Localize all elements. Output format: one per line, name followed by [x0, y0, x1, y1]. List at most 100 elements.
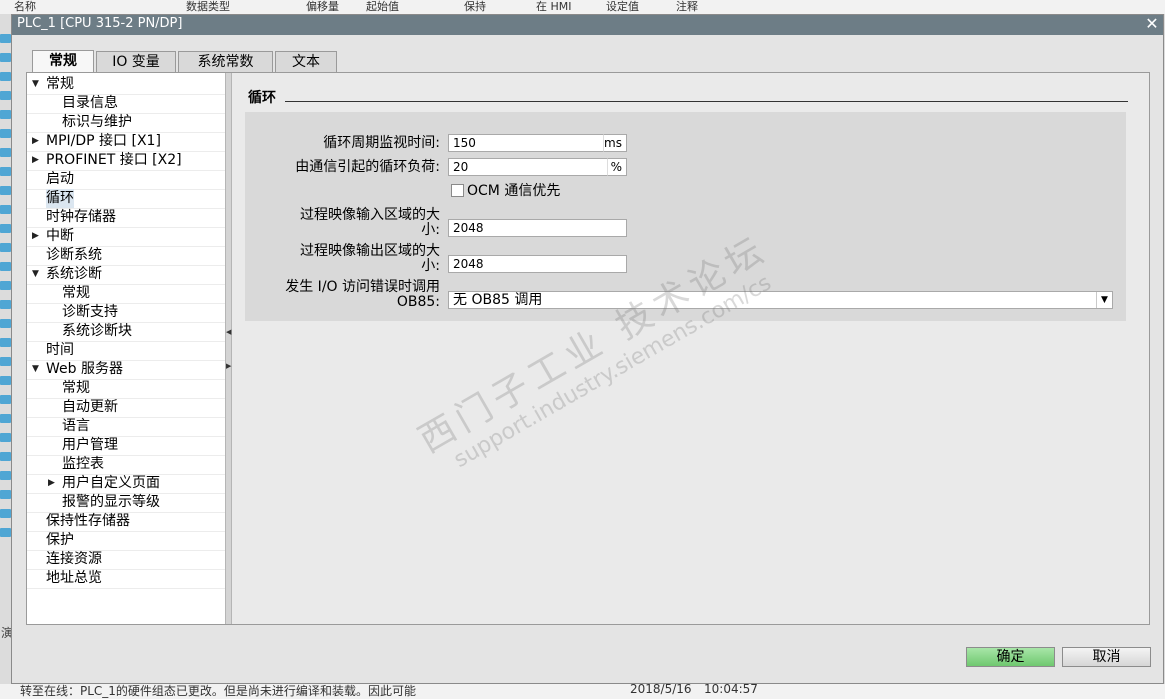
- ok-button[interactable]: 确定: [966, 647, 1055, 667]
- nav-item[interactable]: 报警的显示等级: [27, 493, 225, 513]
- nav-item[interactable]: ▼ 常规: [27, 75, 225, 95]
- cycle-monitor-unit: ms: [603, 134, 627, 152]
- nav-item[interactable]: ▶ MPI/DP 接口 [X1]: [27, 132, 225, 152]
- nav-item[interactable]: ▶ 用户自定义页面: [27, 474, 225, 494]
- expand-right-icon[interactable]: ▶: [48, 474, 55, 493]
- bg-row-marker: [0, 395, 11, 404]
- nav-item[interactable]: 保持性存储器: [27, 512, 225, 532]
- nav-item[interactable]: 语言: [27, 417, 225, 437]
- nav-item-label: 报警的显示等级: [62, 494, 160, 510]
- nav-item-label: 用户自定义页面: [62, 475, 160, 491]
- nav-item[interactable]: 时间: [27, 341, 225, 361]
- nav-item-label: 目录信息: [62, 95, 118, 111]
- expand-right-icon[interactable]: ▶: [32, 227, 39, 246]
- properties-dialog: PLC_1 [CPU 315-2 PN/DP] ✕ 常规 IO 变量 系统常数 …: [11, 14, 1164, 684]
- nav-item[interactable]: 监控表: [27, 455, 225, 475]
- bg-row-marker: [0, 110, 11, 119]
- bg-row-marker: [0, 53, 11, 62]
- close-icon[interactable]: ✕: [1144, 16, 1160, 32]
- dialog-body: ▼ 常规 目录信息 标识与维护 ▶ MPI/DP 接口 [X1] ▶ PROFINET 接口 …: [26, 72, 1150, 625]
- nav-item[interactable]: 诊断系统: [27, 246, 225, 266]
- bg-status-date: 2018/5/16: [630, 684, 692, 696]
- bg-status-time: 10:04:57: [704, 684, 758, 696]
- pi-output-label-line1: 过程映像输出区域的大: [300, 243, 440, 259]
- bg-row-marker: [0, 338, 11, 347]
- expand-down-icon[interactable]: ▼: [32, 360, 39, 379]
- pi-input-label-line2: 小:: [421, 222, 440, 238]
- bg-row-marker: [0, 509, 11, 518]
- pi-output-size-input[interactable]: 2048: [448, 255, 627, 273]
- io-error-label-line2: OB85:: [396, 294, 440, 310]
- tab-general[interactable]: 常规: [32, 50, 94, 73]
- pi-input-label-line1: 过程映像输入区域的大: [300, 207, 440, 223]
- bg-row-marker: [0, 91, 11, 100]
- nav-item[interactable]: 启动: [27, 170, 225, 190]
- nav-item[interactable]: 诊断支持: [27, 303, 225, 323]
- ocm-priority-label: OCM 通信优先: [467, 183, 561, 199]
- bg-row-marker: [0, 148, 11, 157]
- nav-item-label: 时钟存储器: [46, 209, 116, 225]
- nav-item-label: 常规: [62, 380, 90, 396]
- dialog-title: PLC_1 [CPU 315-2 PN/DP]: [17, 16, 183, 31]
- cancel-button[interactable]: 取消: [1062, 647, 1151, 667]
- comm-load-label: 由通信引起的循环负荷:: [295, 159, 440, 175]
- nav-item[interactable]: ▶ PROFINET 接口 [X2]: [27, 151, 225, 171]
- cycle-monitor-input[interactable]: 150: [448, 134, 604, 152]
- bg-row-marker: [0, 452, 11, 461]
- nav-item-label: 地址总览: [46, 570, 102, 586]
- bg-header-col: 偏移量: [306, 0, 339, 13]
- nav-item[interactable]: ▼ Web 服务器: [27, 360, 225, 380]
- nav-item[interactable]: 常规: [27, 379, 225, 399]
- nav-item-label: 保持性存储器: [46, 513, 130, 529]
- bg-row-marker: [0, 186, 11, 195]
- bg-header-col: 注释: [676, 0, 698, 13]
- bg-row-marker: [0, 205, 11, 214]
- bg-header-col: 名称: [14, 0, 36, 13]
- nav-item[interactable]: 地址总览: [27, 569, 225, 589]
- nav-item[interactable]: 系统诊断块: [27, 322, 225, 342]
- nav-item[interactable]: 循环: [27, 189, 225, 209]
- nav-item[interactable]: 常规: [27, 284, 225, 304]
- collapse-arrow-icon[interactable]: ◀: [226, 329, 231, 336]
- nav-item[interactable]: 目录信息: [27, 94, 225, 114]
- dialog-titlebar[interactable]: PLC_1 [CPU 315-2 PN/DP] ✕: [12, 15, 1163, 35]
- chevron-down-icon[interactable]: ▼: [1096, 292, 1112, 308]
- bg-status-text: 转至在线：PLC_1的硬件组态已更改。但是尚未进行编译和装载。因此可能: [20, 684, 416, 698]
- expand-down-icon[interactable]: ▼: [32, 265, 39, 284]
- nav-item[interactable]: 保护: [27, 531, 225, 551]
- comm-load-input[interactable]: 20: [448, 158, 608, 176]
- nav-item-label: 中断: [46, 228, 74, 244]
- nav-item[interactable]: 标识与维护: [27, 113, 225, 133]
- bg-header-col: 设定值: [606, 0, 639, 13]
- splitter-handle[interactable]: ◀ ▶: [225, 73, 232, 624]
- cycle-monitor-label: 循环周期监视时间:: [323, 135, 440, 151]
- tab-system-constants[interactable]: 系统常数: [178, 51, 273, 72]
- io-error-ob85-select[interactable]: 无 OB85 调用 ▼: [448, 291, 1113, 309]
- nav-item[interactable]: 连接资源: [27, 550, 225, 570]
- expand-right-icon[interactable]: ▶: [32, 132, 39, 151]
- ocm-priority-checkbox[interactable]: [451, 184, 464, 197]
- nav-item[interactable]: 时钟存储器: [27, 208, 225, 228]
- nav-item-label: PROFINET 接口 [X2]: [46, 152, 182, 168]
- expand-down-icon[interactable]: ▼: [32, 75, 39, 94]
- nav-item-label: 监控表: [62, 456, 104, 472]
- nav-item[interactable]: 用户管理: [27, 436, 225, 456]
- tab-io-tags[interactable]: IO 变量: [96, 51, 176, 72]
- bg-header-col: 起始值: [366, 0, 399, 13]
- nav-item-label: 保护: [46, 532, 74, 548]
- pi-output-label-line2: 小:: [421, 258, 440, 274]
- background-status-bar: 转至在线：PLC_1的硬件组态已更改。但是尚未进行编译和装载。因此可能 2018…: [0, 684, 1165, 699]
- bg-row-marker: [0, 376, 11, 385]
- nav-item-label: 常规: [46, 76, 74, 92]
- expand-right-icon[interactable]: ▶: [32, 151, 39, 170]
- bg-row-marker: [0, 243, 11, 252]
- nav-item-label: 循环: [46, 189, 74, 208]
- pi-input-size-input[interactable]: 2048: [448, 219, 627, 237]
- nav-item[interactable]: ▶ 中断: [27, 227, 225, 247]
- nav-item[interactable]: 自动更新: [27, 398, 225, 418]
- nav-item[interactable]: ▼ 系统诊断: [27, 265, 225, 285]
- expand-arrow-icon[interactable]: ▶: [226, 363, 231, 370]
- bg-row-marker: [0, 300, 11, 309]
- nav-item-label: 用户管理: [62, 437, 118, 453]
- tab-texts[interactable]: 文本: [275, 51, 337, 72]
